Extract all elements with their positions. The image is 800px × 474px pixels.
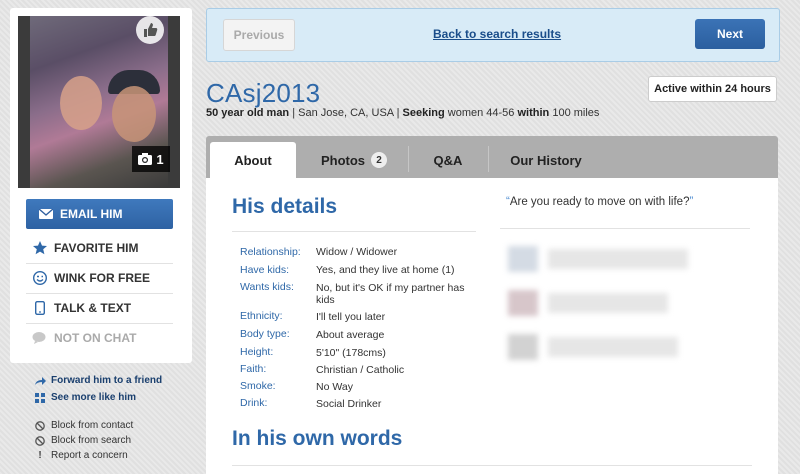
wink-for-free-button[interactable]: WINK FOR FREE (26, 263, 173, 294)
report-concern-label: Report a concern (51, 450, 128, 461)
like-photo-button[interactable] (136, 16, 164, 44)
tab-photos-label: Photos (320, 152, 366, 168)
block-icon (34, 435, 46, 446)
chat-bubble-icon (32, 330, 48, 346)
camera-icon (138, 153, 153, 165)
email-him-label: EMAIL HIM (60, 207, 123, 221)
detail-label: Body type: (240, 328, 290, 340)
grid-icon (34, 392, 46, 403)
tab-our-history-label: Our History (510, 152, 582, 168)
detail-value: No, but it's OK if my partner has kids (316, 282, 465, 306)
block-from-contact-link[interactable]: Block from contact (34, 420, 133, 431)
photos-count-badge: 2 (371, 152, 388, 168)
forward-arrow-icon (34, 376, 46, 386)
tab-qa[interactable]: Q&A (410, 142, 486, 178)
detail-value: I'll tell you later (316, 311, 386, 323)
block-icon (34, 420, 46, 431)
phone-icon (32, 300, 48, 316)
talk-and-text-label: TALK & TEXT (54, 301, 132, 315)
tab-photos[interactable]: Photos 2 (302, 142, 406, 178)
back-to-search-results-link[interactable]: Back to search results (433, 27, 561, 41)
wink-for-free-label: WINK FOR FREE (54, 271, 150, 285)
block-from-search-label: Block from search (51, 435, 132, 446)
within-label: within (517, 107, 550, 119)
age-gender: 50 year old man (206, 107, 290, 119)
star-icon (32, 240, 48, 256)
report-concern-link[interactable]: ! Report a concern (34, 450, 128, 461)
previous-button[interactable]: Previous (223, 19, 295, 51)
detail-value: No Way (316, 381, 353, 393)
exclamation-icon: ! (38, 450, 42, 461)
detail-label: Have kids: (240, 264, 290, 276)
favorite-him-button[interactable]: FAVORITE HIM (26, 233, 173, 264)
detail-label: Drink: (240, 397, 268, 409)
own-words-heading: In his own words (232, 427, 403, 450)
blurred-content-row (508, 290, 748, 316)
forward-to-friend-label: Forward him to a friend (51, 375, 163, 386)
envelope-icon (38, 206, 54, 222)
within-value: 100 miles (552, 107, 600, 119)
talk-and-text-button[interactable]: TALK & TEXT (26, 293, 173, 324)
photo-count: 1 (156, 151, 164, 167)
detail-value: Christian / Catholic (316, 364, 405, 376)
forward-to-friend-link[interactable]: Forward him to a friend (34, 375, 162, 386)
profile-username: CAsj2013 (206, 78, 321, 108)
tab-about-label: About (234, 152, 272, 168)
detail-value: Social Drinker (316, 398, 382, 410)
email-him-button[interactable]: EMAIL HIM (26, 199, 173, 229)
location: San Jose, CA, USA (298, 107, 394, 119)
chat-status-label: NOT ON CHAT (54, 331, 137, 345)
block-from-search-link[interactable]: Block from search (34, 435, 131, 446)
detail-label: Smoke: (240, 380, 276, 392)
blurred-content-row (508, 246, 748, 272)
detail-value: Widow / Widower (316, 246, 398, 258)
detail-label: Height: (240, 346, 274, 358)
block-from-contact-label: Block from contact (51, 420, 134, 431)
tab-our-history[interactable]: Our History (490, 142, 602, 178)
detail-label: Ethnicity: (240, 310, 283, 322)
detail-value: About average (316, 329, 385, 341)
tab-qa-label: Q&A (433, 152, 463, 168)
blurred-content-row (508, 334, 748, 360)
search-navigation-bar: Previous Back to search results Next (206, 8, 780, 62)
see-more-like-him-link[interactable]: See more like him (34, 392, 136, 403)
quote-text: Are you ready to move on with life? (509, 196, 690, 208)
seeking-value: women 44-56 (447, 107, 515, 119)
chat-status-button: NOT ON CHAT (26, 323, 173, 353)
his-details-heading: His details (232, 195, 338, 218)
detail-value: 5'10" (178cms) (316, 347, 386, 359)
profile-tabs: About Photos 2 Q&A Our History (206, 136, 778, 178)
profile-summary: 50 year old man | San Jose, CA, USA | Se… (206, 107, 600, 119)
seeking-label: Seeking (402, 107, 445, 119)
active-status-badge: Active within 24 hours (648, 76, 777, 102)
thumbs-up-icon (144, 23, 158, 37)
photo-count-badge[interactable]: 1 (132, 146, 170, 172)
favorite-him-label: FAVORITE HIM (54, 241, 139, 255)
tab-about[interactable]: About (210, 142, 296, 178)
detail-value: Yes, and they live at home (1) (316, 264, 455, 276)
see-more-like-him-label: See more like him (51, 392, 137, 403)
detail-label: Wants kids: (240, 281, 294, 293)
detail-label: Relationship: (240, 246, 301, 258)
profile-quote: “Are you ready to move on with life?” (506, 196, 694, 208)
wink-smiley-icon (32, 270, 48, 286)
next-button[interactable]: Next (695, 19, 765, 49)
detail-label: Faith: (240, 363, 267, 375)
